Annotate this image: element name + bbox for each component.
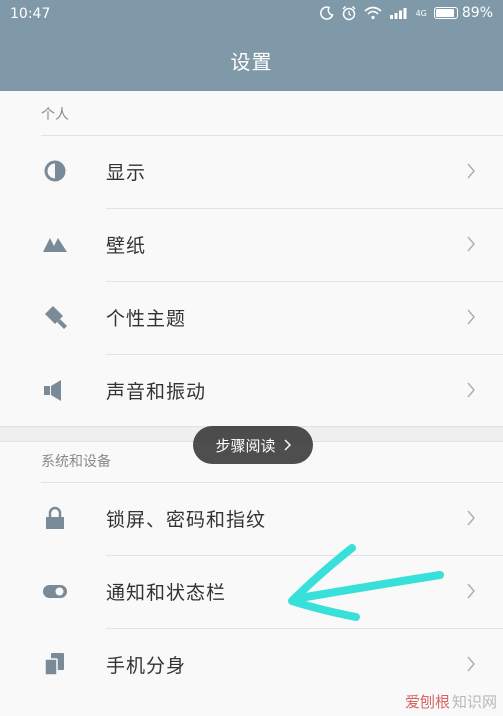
settings-item-label: 声音和振动 (106, 381, 207, 403)
settings-item-label: 手机分身 (106, 655, 187, 677)
alarm-icon (342, 5, 356, 21)
wallpaper-icon (43, 238, 67, 252)
chevron-right-icon (467, 583, 475, 599)
settings-item-lockscreen[interactable]: 锁屏、密码和指纹 (0, 483, 503, 555)
phone-clone-icon (44, 653, 64, 676)
network-type-label: 4G (415, 8, 427, 18)
status-time: 10:47 (10, 6, 51, 22)
chevron-right-icon (467, 309, 475, 325)
settings-item-label: 通知和状态栏 (106, 582, 227, 604)
theme-icon (45, 306, 67, 329)
chevron-right-icon (467, 510, 475, 526)
page-title: 设置 (230, 50, 273, 74)
settings-item-sound[interactable]: 声音和振动 (0, 355, 503, 427)
status-icons: 4G 89% (319, 5, 493, 21)
section-label-system: 系统和设备 (41, 454, 111, 470)
chevron-right-icon (467, 163, 475, 179)
battery-icon (433, 7, 458, 19)
watermark: 爱刨根 知识网 (405, 691, 497, 712)
battery-fill (435, 9, 454, 17)
step-reading-label: 步骤阅读 (215, 436, 276, 455)
chevron-right-icon (467, 236, 475, 252)
battery-indicator: 89% (433, 5, 493, 21)
lock-icon (46, 506, 64, 529)
settings-item-label: 显示 (106, 162, 147, 184)
watermark-text-red: 爱刨根 (404, 693, 450, 711)
settings-item-label: 壁纸 (106, 235, 147, 257)
speaker-icon (44, 380, 61, 401)
settings-item-label: 个性主题 (106, 308, 187, 330)
chevron-right-icon (467, 656, 475, 672)
wifi-icon (364, 6, 382, 20)
toggle-icon (43, 585, 67, 598)
status-bar: 10:47 4G 89% (0, 0, 503, 30)
section-label-personal: 个人 (41, 107, 69, 123)
step-reading-button[interactable]: 步骤阅读 (193, 426, 313, 464)
chevron-right-icon (467, 382, 475, 398)
app-header: 10:47 4G 89% 设置 (0, 0, 503, 91)
watermark-text-gray: 知识网 (451, 693, 497, 711)
settings-item-notifications[interactable]: 通知和状态栏 (0, 556, 503, 628)
settings-item-label: 锁屏、密码和指纹 (106, 509, 267, 531)
settings-item-theme[interactable]: 个性主题 (0, 282, 503, 354)
settings-item-display[interactable]: 显示 (0, 136, 503, 208)
moon-icon (319, 6, 334, 20)
signal-icon (389, 8, 407, 19)
display-icon (44, 160, 66, 182)
settings-item-wallpaper[interactable]: 壁纸 (0, 209, 503, 281)
chevron-right-icon (284, 439, 291, 451)
battery-percent: 89% (461, 5, 493, 21)
